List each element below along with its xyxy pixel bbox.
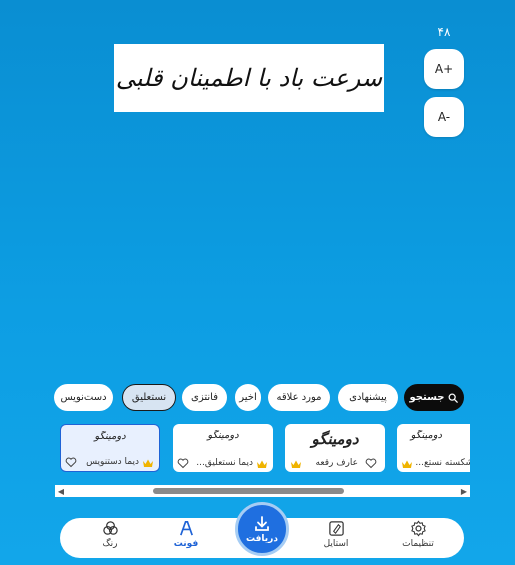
crown-icon xyxy=(402,460,412,468)
chip-nastaliq[interactable]: نستعلیق xyxy=(122,384,176,411)
font-cards-list: دومینگو دیما دستنویس دومینگو دیما نستعلی… xyxy=(60,424,470,474)
text-preview[interactable]: سرعت باد با اطمینان قلبی xyxy=(114,44,384,112)
font-card[interactable]: دومینگو شکسته نستع... xyxy=(397,424,470,472)
nav-color-label: رنگ xyxy=(102,539,118,549)
nav-settings[interactable]: تنظیمات xyxy=(388,520,448,556)
crown-icon xyxy=(291,460,301,468)
increase-font-size-button[interactable]: A+ xyxy=(424,49,464,89)
scrollbar-thumb[interactable] xyxy=(153,488,344,494)
font-card[interactable]: دومینگو دیما دستنویس xyxy=(60,424,160,472)
font-card-preview: دومینگو xyxy=(410,430,442,441)
heart-icon[interactable] xyxy=(177,457,189,469)
horizontal-scrollbar[interactable]: ◀ ▶ xyxy=(55,485,470,497)
heart-icon[interactable] xyxy=(65,456,77,468)
font-size-value: ۴۸ xyxy=(437,25,451,39)
nav-font[interactable]: فونت xyxy=(156,520,216,556)
crown-icon xyxy=(257,460,267,468)
font-card[interactable]: دومینگو عارف رقعه xyxy=(285,424,385,472)
font-card-name: عارف رقعه xyxy=(315,458,358,468)
font-card[interactable]: دومینگو دیما نستعلیق... xyxy=(173,424,273,472)
chip-suggested[interactable]: پیشنهادی xyxy=(338,384,398,411)
font-card-name: شکسته نستع... xyxy=(415,458,470,468)
nav-style[interactable]: استایل xyxy=(306,520,366,556)
download-button[interactable]: دریافت xyxy=(235,502,289,556)
chip-fantasy[interactable]: فانتزی xyxy=(182,384,227,411)
font-card-preview: دومینگو xyxy=(94,431,126,442)
download-label: دریافت xyxy=(246,533,278,544)
download-icon xyxy=(255,515,269,531)
nav-color[interactable]: رنگ xyxy=(80,520,140,556)
chip-favorites[interactable]: مورد علاقه xyxy=(268,384,330,411)
decrease-font-size-button[interactable]: A- xyxy=(424,97,464,137)
font-card-name: دیما دستنویس xyxy=(86,457,139,467)
search-button[interactable]: جستجو xyxy=(404,384,464,411)
nav-font-label: فونت xyxy=(173,539,199,549)
heart-icon[interactable] xyxy=(365,457,377,469)
color-circles-icon xyxy=(102,521,118,535)
scroll-left-icon[interactable]: ◀ xyxy=(56,486,66,496)
font-letter-icon xyxy=(179,521,193,536)
nav-settings-label: تنظیمات xyxy=(402,539,434,549)
search-label: جستجو xyxy=(409,392,445,403)
crown-icon xyxy=(143,459,153,467)
gear-icon xyxy=(410,520,426,537)
filter-chips: دست‌نویس نستعلیق فانتزی اخیر مورد علاقه … xyxy=(54,383,464,411)
style-icon xyxy=(328,521,344,536)
nav-style-label: استایل xyxy=(323,539,349,549)
font-card-preview: دومینگو xyxy=(311,430,359,448)
font-card-preview: دومینگو xyxy=(207,430,239,441)
scroll-right-icon[interactable]: ▶ xyxy=(459,486,469,496)
chip-recent[interactable]: اخیر xyxy=(235,384,261,411)
search-icon xyxy=(449,393,459,403)
chip-handwritten[interactable]: دست‌نویس xyxy=(54,384,113,411)
font-card-name: دیما نستعلیق... xyxy=(196,458,253,468)
